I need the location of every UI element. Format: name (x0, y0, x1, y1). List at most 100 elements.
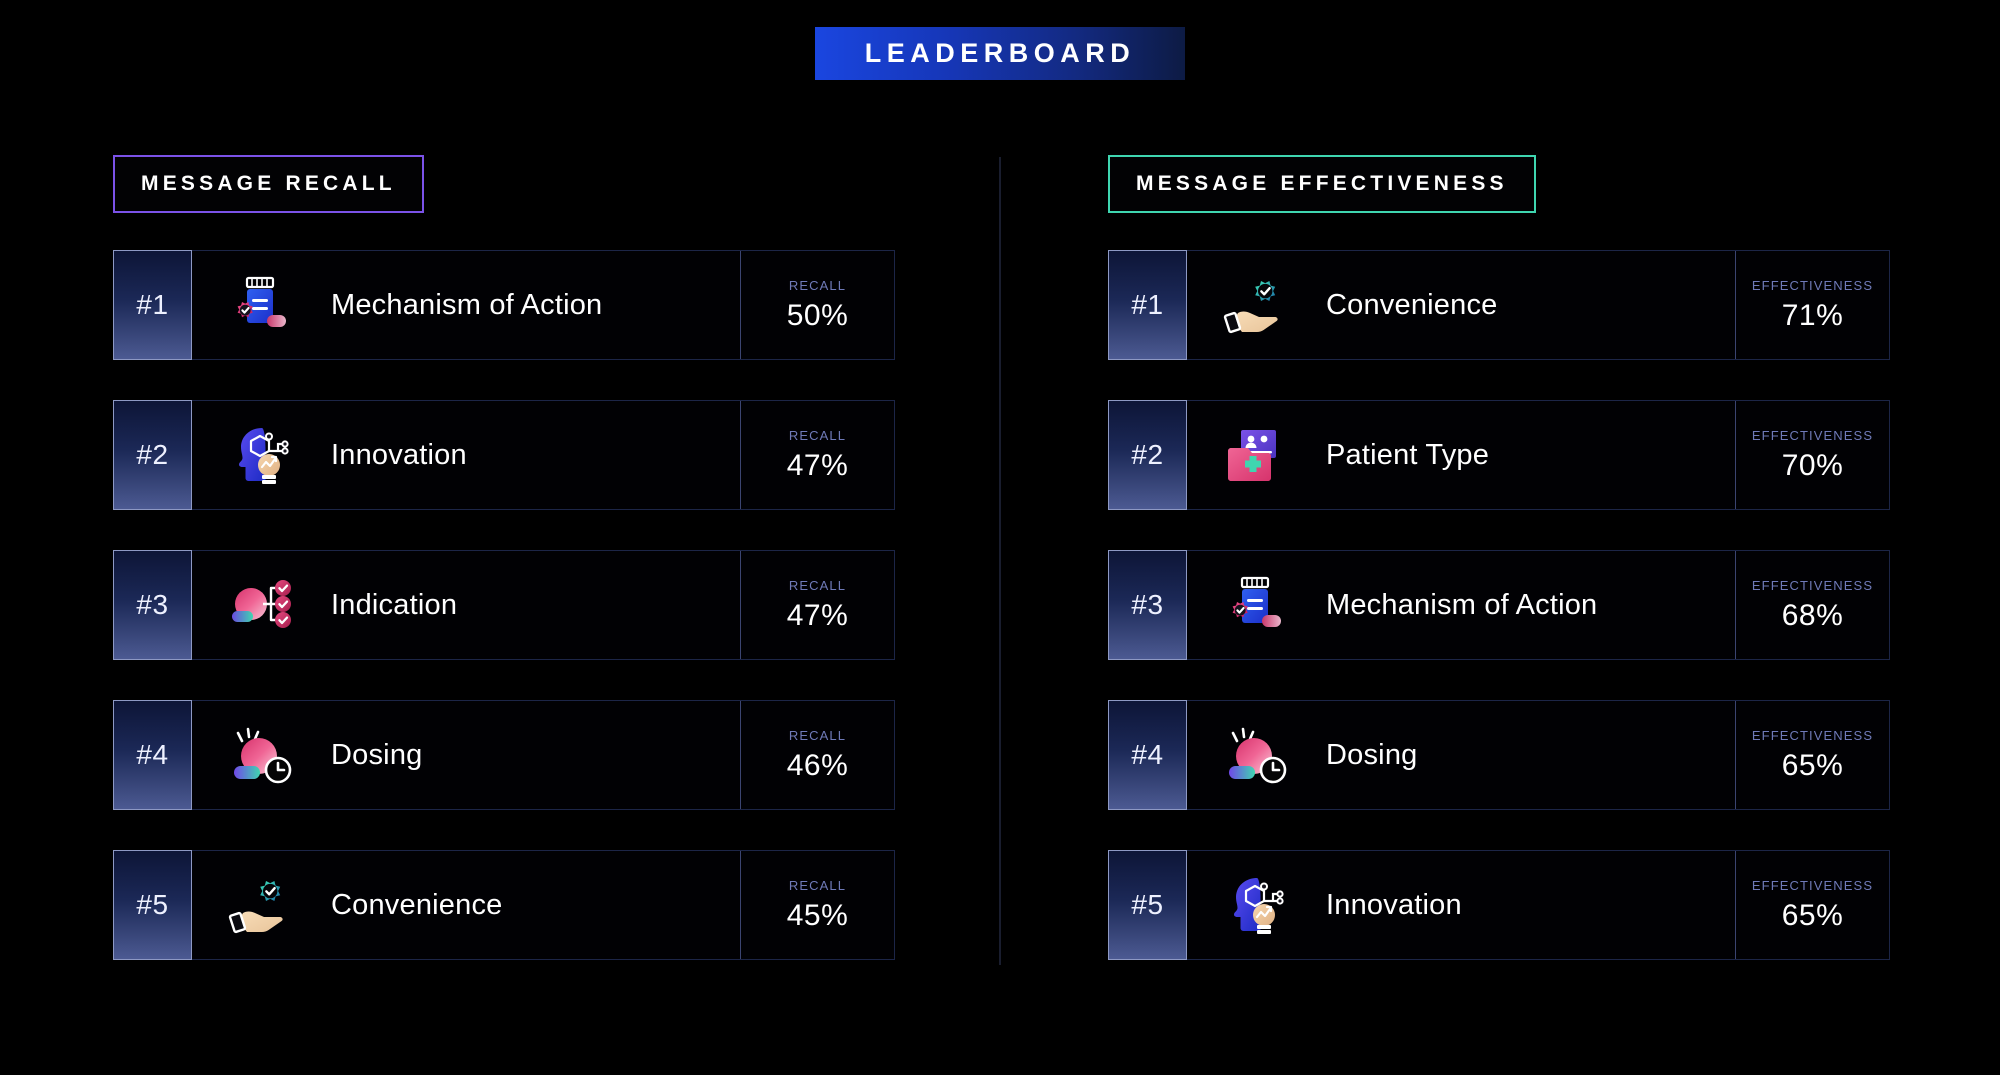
row-body: Dosing EFFECTIVENESS 65% (1186, 700, 1890, 810)
metric-label: EFFECTIVENESS (1751, 427, 1874, 443)
metric-value: 65% (1781, 748, 1844, 782)
metric-label: EFFECTIVENESS (1751, 277, 1874, 293)
row-label: Dosing (1326, 738, 1418, 771)
row-body: Convenience EFFECTIVENESS 71% (1186, 250, 1890, 360)
rank-label: #2 (136, 439, 169, 470)
metric-label: EFFECTIVENESS (1751, 577, 1874, 593)
row-body: Indication RECALL 47% (191, 550, 895, 660)
row-body: Mechanism of Action EFFECTIVENESS 68% (1186, 550, 1890, 660)
section-header-label: MESSAGE RECALL (141, 172, 396, 195)
metric-value: 70% (1781, 448, 1844, 482)
metric-cell: EFFECTIVENESS 65% (1735, 851, 1889, 959)
metric-value: 71% (1781, 298, 1844, 332)
row-label: Convenience (331, 888, 503, 921)
rank-badge: #4 (1108, 700, 1187, 810)
rank-label: #4 (1131, 739, 1164, 770)
table-row[interactable]: #2 (1108, 400, 1890, 510)
section-header-label: MESSAGE EFFECTIVENESS (1136, 172, 1508, 195)
metric-cell: RECALL 46% (740, 701, 894, 809)
leaderboard-page: LEADERBOARD MESSAGE RECALL #1 Mechanism … (0, 0, 2000, 1075)
rank-label: #3 (1131, 589, 1164, 620)
metric-value: 68% (1781, 598, 1844, 632)
table-row[interactable]: #3 (113, 550, 895, 660)
row-body: Patient Type EFFECTIVENESS 70% (1186, 400, 1890, 510)
rank-label: #3 (136, 589, 169, 620)
metric-label: RECALL (788, 577, 847, 593)
row-body: Convenience RECALL 45% (191, 850, 895, 960)
rank-badge: #5 (1108, 850, 1187, 960)
sphere-checklist-icon (213, 563, 309, 647)
metric-cell: RECALL 45% (740, 851, 894, 959)
metric-value: 47% (786, 448, 849, 482)
row-label: Convenience (1326, 288, 1498, 321)
head-network-bulb-icon (1208, 863, 1304, 947)
table-row[interactable]: #1 (113, 250, 895, 360)
metric-value: 50% (786, 298, 849, 332)
metric-cell: EFFECTIVENESS 71% (1735, 251, 1889, 359)
metric-value: 47% (786, 598, 849, 632)
hand-gear-check-icon (1208, 263, 1304, 347)
row-label: Innovation (331, 438, 467, 471)
row-label: Indication (331, 588, 458, 621)
metric-label: RECALL (788, 727, 847, 743)
section-header-message-recall: MESSAGE RECALL (113, 155, 424, 213)
rank-badge: #4 (113, 700, 192, 810)
center-divider (999, 157, 1001, 965)
row-body: Mechanism of Action RECALL 50% (191, 250, 895, 360)
row-label: Patient Type (1326, 438, 1490, 471)
metric-cell: RECALL 50% (740, 251, 894, 359)
metric-cell: RECALL 47% (740, 401, 894, 509)
rank-label: #5 (1131, 889, 1164, 920)
metric-value: 45% (786, 898, 849, 932)
leaderboard-list-recall: #1 Mechanism of Action RECALL 50% #2 Inn… (113, 250, 895, 960)
rank-badge: #3 (113, 550, 192, 660)
row-body: Dosing RECALL 46% (191, 700, 895, 810)
table-row[interactable]: #2 (113, 400, 895, 510)
metric-value: 46% (786, 748, 849, 782)
table-row[interactable]: #4 (113, 700, 895, 810)
rank-label: #1 (1131, 289, 1164, 320)
rank-label: #2 (1131, 439, 1164, 470)
rank-label: #4 (136, 739, 169, 770)
table-row[interactable]: #5 (113, 850, 895, 960)
table-row[interactable]: #1 (1108, 250, 1890, 360)
sphere-clock-icon (1208, 713, 1304, 797)
hand-gear-check-icon (213, 863, 309, 947)
page-title-banner: LEADERBOARD (815, 27, 1185, 80)
metric-label: EFFECTIVENESS (1751, 877, 1874, 893)
row-label: Innovation (1326, 888, 1462, 921)
rank-badge: #1 (1108, 250, 1187, 360)
row-label: Dosing (331, 738, 423, 771)
metric-value: 65% (1781, 898, 1844, 932)
page-title: LEADERBOARD (864, 38, 1136, 68)
patient-folder-icon (1208, 413, 1304, 497)
section-header-message-effectiveness: MESSAGE EFFECTIVENESS (1108, 155, 1536, 213)
row-label: Mechanism of Action (1326, 588, 1598, 621)
metric-cell: EFFECTIVENESS 70% (1735, 401, 1889, 509)
head-network-bulb-icon (213, 413, 309, 497)
rank-badge: #2 (1108, 400, 1187, 510)
table-row[interactable]: #3 (1108, 550, 1890, 660)
metric-label: EFFECTIVENESS (1751, 727, 1874, 743)
metric-cell: RECALL 47% (740, 551, 894, 659)
rank-label: #1 (136, 289, 169, 320)
table-row[interactable]: #5 (1108, 850, 1890, 960)
rank-label: #5 (136, 889, 169, 920)
metric-label: RECALL (788, 277, 847, 293)
row-body: Innovation EFFECTIVENESS 65% (1186, 850, 1890, 960)
column-message-recall: MESSAGE RECALL #1 Mechanism of Action RE… (113, 155, 895, 960)
table-row[interactable]: #4 (1108, 700, 1890, 810)
leaderboard-list-effectiveness: #1 Convenience EFFECTIVENESS 71% #2 Pati… (1108, 250, 1890, 960)
pill-bottle-gear-icon (1208, 563, 1304, 647)
column-message-effectiveness: MESSAGE EFFECTIVENESS #1 Convenience EFF… (1108, 155, 1890, 960)
row-label: Mechanism of Action (331, 288, 603, 321)
metric-cell: EFFECTIVENESS 65% (1735, 701, 1889, 809)
metric-label: RECALL (788, 877, 847, 893)
metric-cell: EFFECTIVENESS 68% (1735, 551, 1889, 659)
metric-label: RECALL (788, 427, 847, 443)
rank-badge: #2 (113, 400, 192, 510)
rank-badge: #3 (1108, 550, 1187, 660)
pill-bottle-gear-icon (213, 263, 309, 347)
rank-badge: #1 (113, 250, 192, 360)
sphere-clock-icon (213, 713, 309, 797)
